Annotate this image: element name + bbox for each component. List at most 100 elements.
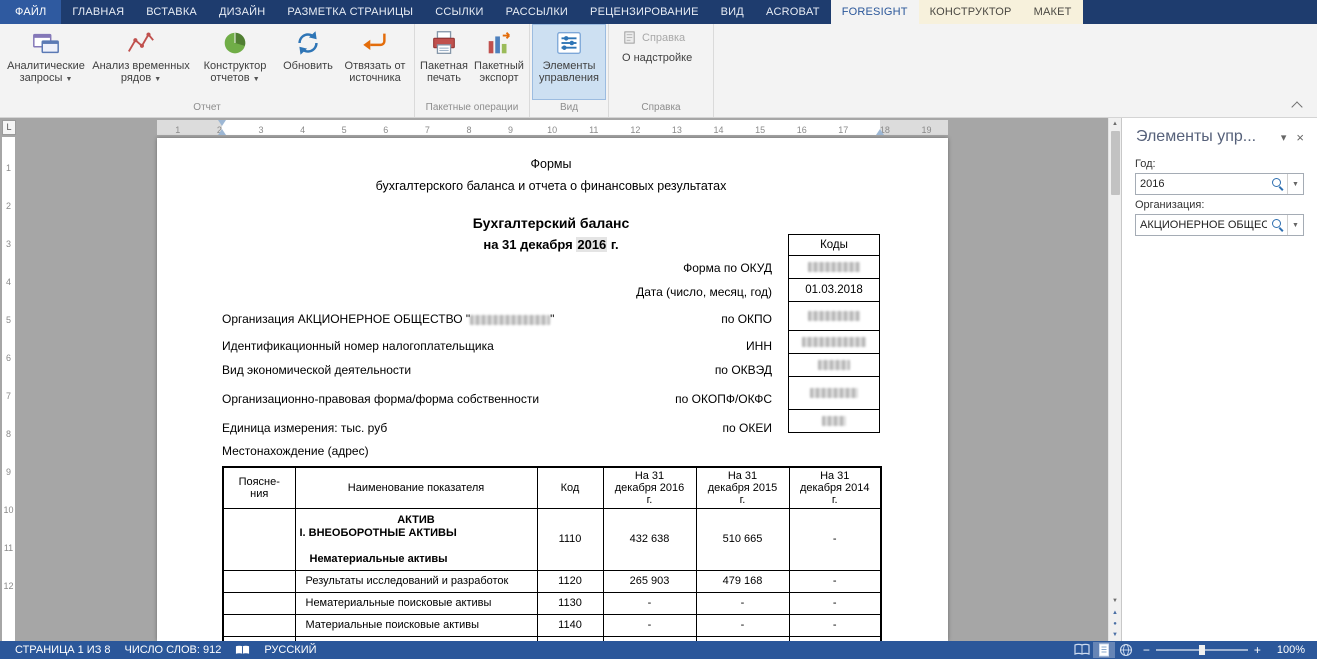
tab-foresight[interactable]: FORESIGHT (831, 0, 919, 24)
refresh-button[interactable]: Обновить (278, 24, 338, 100)
ribbon-tab[interactable]: ВИД (710, 0, 755, 24)
vertical-ruler[interactable]: 123456789101112 (2, 137, 15, 641)
chevron-down-icon: ▼ (154, 76, 161, 83)
tab-stop-selector[interactable]: L (2, 120, 16, 135)
table-row: Материальные поисковые активы 1140 - - - (223, 615, 881, 637)
previous-page-button[interactable]: ▲ (1112, 608, 1118, 619)
scroll-down-button[interactable]: ▼ (1112, 595, 1118, 608)
document-page[interactable]: Формы бухгалтерского баланса и отчета о … (157, 138, 948, 641)
read-mode-icon (1073, 643, 1091, 657)
help-button[interactable]: Справка (617, 28, 705, 47)
table-row: Результаты исследований и разработок 112… (223, 571, 881, 593)
search-icon[interactable] (1271, 218, 1285, 232)
contextual-tab[interactable]: МАКЕТ (1023, 0, 1083, 24)
batch-export-button[interactable]: Пакетный экспорт (471, 24, 527, 100)
batch-print-icon (429, 28, 459, 58)
ribbon: Аналитические запросы ▼ Анализ временных… (0, 24, 1317, 118)
time-series-icon (126, 28, 156, 58)
okved-line: Вид экономической деятельности (222, 363, 715, 377)
ribbon-tab[interactable]: ВСТАВКА (135, 0, 208, 24)
year-dropdown-button[interactable]: ▼ (1287, 174, 1303, 194)
balance-table: Поясне-нияНаименование показателяКодНа 3… (222, 466, 882, 641)
print-layout-button[interactable] (1093, 642, 1115, 658)
organization-dropdown-button[interactable]: ▼ (1287, 215, 1303, 235)
code-cell: 1140 (537, 615, 603, 637)
zoom-slider[interactable] (1156, 649, 1248, 651)
organization-field-group: ▼ (1135, 214, 1304, 236)
indicator-cell: Результаты исследований и разработок (295, 571, 537, 593)
header-labels: Форма по ОКУД Дата (число, месяц, год) О… (222, 256, 780, 462)
code-cell: 1110 (537, 509, 603, 571)
organization-input[interactable] (1136, 219, 1271, 231)
button-label: Обновить (283, 60, 333, 72)
doc-heading-line: бухгалтерского баланса и отчета о финанс… (222, 174, 880, 198)
first-line-indent-marker[interactable] (218, 120, 226, 126)
indicator-cell: АКТИВ I. ВНЕОБОРОТНЫЕ АКТИВЫ Нематериаль… (295, 509, 537, 571)
right-indent-marker[interactable] (876, 129, 884, 135)
year-input[interactable] (1136, 178, 1271, 190)
collapse-ribbon-button[interactable] (1289, 99, 1305, 111)
read-mode-button[interactable] (1071, 642, 1093, 658)
pane-close-icon[interactable]: × (1291, 130, 1309, 145)
ribbon-tab[interactable]: РАССЫЛКИ (495, 0, 579, 24)
redacted-value (808, 262, 860, 272)
select-browse-object-button[interactable]: ● (1113, 619, 1117, 630)
language-indicator[interactable]: РУССКИЙ (257, 644, 323, 656)
button-label: Справка (642, 32, 685, 44)
zoom-in-button[interactable]: + (1248, 643, 1267, 657)
ruler-number: 1 (157, 123, 199, 138)
word-count-indicator[interactable]: ЧИСЛО СЛОВ: 912 (118, 644, 229, 656)
controls-button[interactable]: Элементы управления (532, 24, 606, 100)
pane-options-icon[interactable]: ▾ (1276, 131, 1292, 144)
button-label: Аналитические запросы (7, 60, 85, 84)
table-row: Нематериальные поисковые активы 1130 - -… (223, 593, 881, 615)
print-layout-icon (1095, 643, 1113, 657)
time-series-button[interactable]: Анализ временных рядов ▼ (90, 24, 192, 100)
page-count-indicator[interactable]: СТРАНИЦА 1 ИЗ 8 (8, 644, 118, 656)
codes-header-cell: Коды (788, 234, 880, 256)
scroll-up-button[interactable]: ▲ (1112, 118, 1118, 131)
proofing-book-icon (235, 644, 250, 656)
redacted-value (470, 315, 550, 325)
help-icon (622, 30, 637, 45)
scrollbar-thumb[interactable] (1111, 131, 1120, 195)
ribbon-tab[interactable]: ДИЗАЙН (208, 0, 276, 24)
tab-file[interactable]: ФАЙЛ (0, 0, 61, 24)
value-2016-cell: 432 638 (603, 509, 696, 571)
about-addin-button[interactable]: О надстройке (617, 50, 705, 66)
search-icon[interactable] (1271, 177, 1285, 191)
next-page-button[interactable]: ▼ (1112, 630, 1118, 641)
ruler-number: 13 (656, 123, 698, 138)
batch-print-button[interactable]: Пакетная печать (417, 24, 471, 100)
unit-line: Единица измерения: тыс. руб (222, 421, 723, 435)
left-indent-marker[interactable] (218, 129, 226, 135)
vertical-scrollbar[interactable]: ▲ ▼ ▲ ● ▼ (1108, 118, 1121, 641)
ruler-number: 12 (615, 123, 657, 138)
year-field: 2016 (576, 237, 607, 252)
zoom-slider-thumb[interactable] (1199, 645, 1205, 655)
contextual-tab[interactable]: КОНСТРУКТОР (919, 0, 1023, 24)
value-2016-cell: - (603, 615, 696, 637)
pane-title: Элементы упр... (1136, 128, 1276, 146)
ribbon-group-report: Аналитические запросы ▼ Анализ временных… (0, 24, 415, 117)
ribbon-tab[interactable]: РАЗМЕТКА СТРАНИЦЫ (276, 0, 424, 24)
inn-line: Идентификационный номер налогоплательщик… (222, 339, 746, 353)
unlink-source-button[interactable]: Отвязать от источника (338, 24, 412, 100)
ruler-number: 9 (490, 123, 532, 138)
analytic-queries-icon (31, 28, 61, 58)
analytic-queries-button[interactable]: Аналитические запросы ▼ (2, 24, 90, 100)
proofing-status-icon[interactable] (228, 644, 257, 656)
ribbon-tab[interactable]: ACROBAT (755, 0, 831, 24)
value-2014-cell: - (789, 637, 881, 642)
zoom-level-indicator[interactable]: 100% (1267, 644, 1309, 656)
code-cell: 1120 (537, 571, 603, 593)
zoom-out-button[interactable]: − (1137, 643, 1156, 657)
ribbon-tab[interactable]: ГЛАВНАЯ (61, 0, 135, 24)
report-designer-button[interactable]: Конструктор отчетов ▼ (192, 24, 278, 100)
status-bar: СТРАНИЦА 1 ИЗ 8 ЧИСЛО СЛОВ: 912 РУССКИЙ … (0, 641, 1317, 659)
ribbon-tab[interactable]: ССЫЛКИ (424, 0, 494, 24)
horizontal-ruler[interactable]: 12345678910111213141516171819 (157, 120, 948, 135)
ribbon-tab[interactable]: РЕЦЕНЗИРОВАНИЕ (579, 0, 710, 24)
value-2015-cell: 479 168 (696, 571, 789, 593)
web-layout-button[interactable] (1115, 642, 1137, 658)
